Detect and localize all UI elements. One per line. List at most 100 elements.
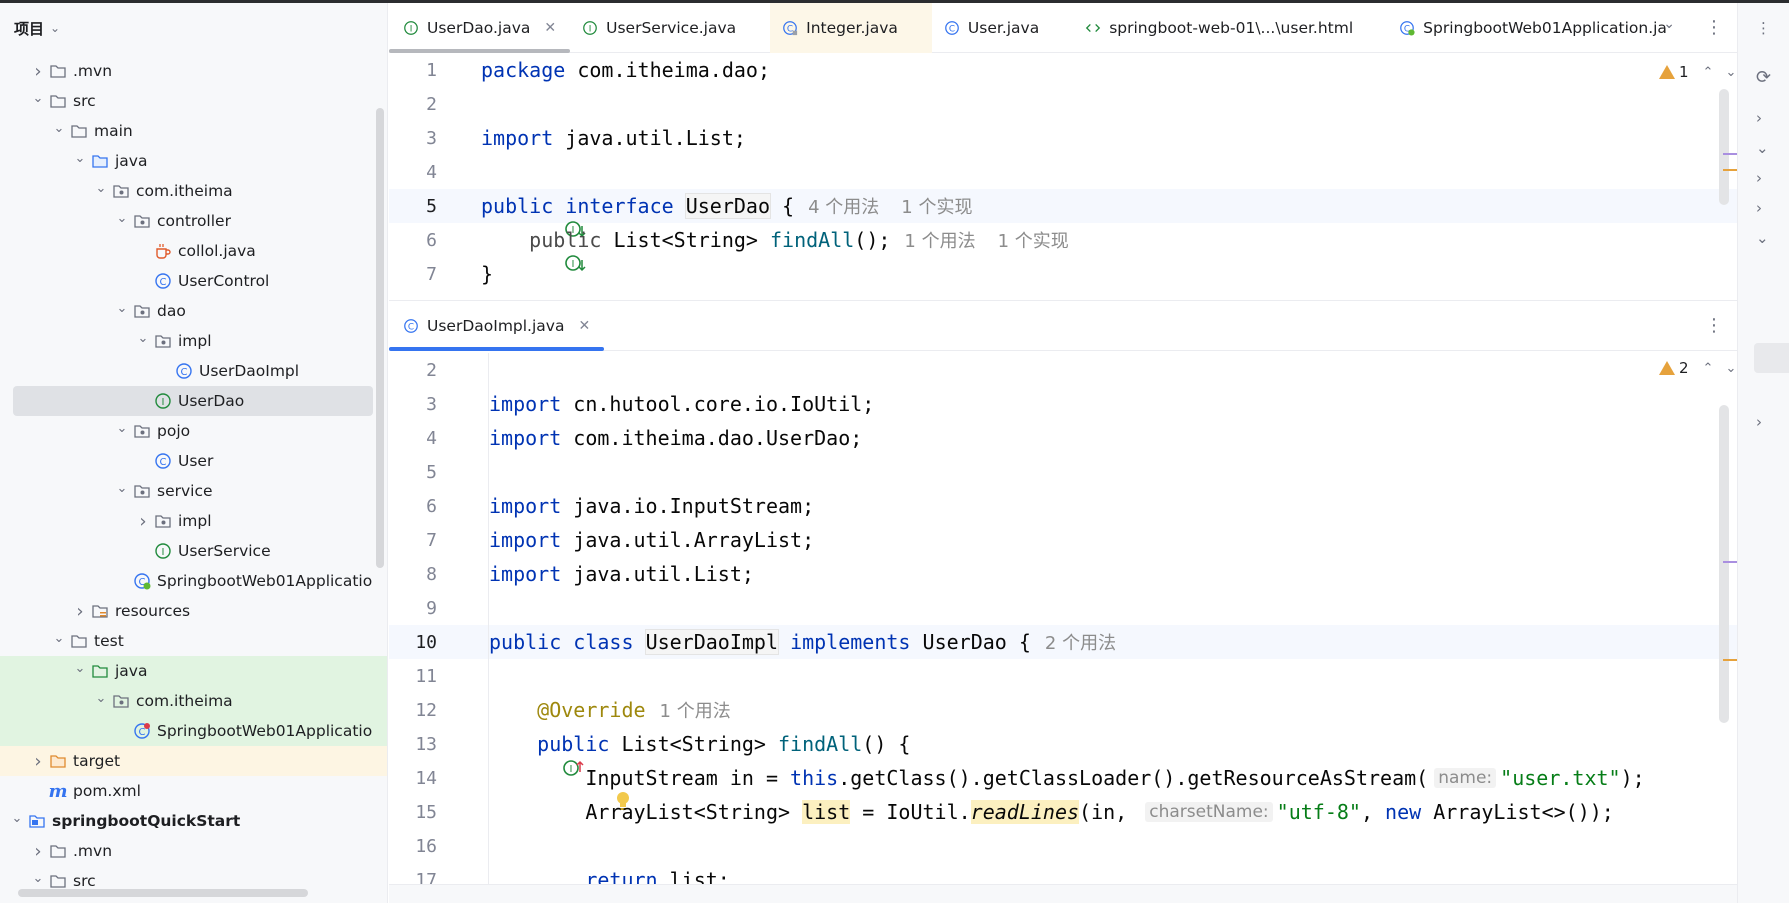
tree-item[interactable]: ⌄ pojo — [0, 416, 387, 446]
tree-item[interactable]: ⌄ java — [0, 146, 387, 176]
tree-item[interactable]: I UserDao — [13, 386, 373, 416]
line-number: 16 — [415, 835, 437, 857]
chevron-right-icon[interactable]: › — [134, 511, 152, 532]
tree-item[interactable]: collol.java — [0, 236, 387, 266]
refresh-icon[interactable]: ⟳ — [1756, 67, 1771, 88]
chevron-down-icon[interactable]: ⌄ — [134, 331, 152, 346]
editor-tab[interactable]: springboot-web-01\...\user.html — [1073, 3, 1387, 53]
tree-item[interactable]: I UserService — [0, 536, 387, 566]
chevron-right-icon[interactable]: › — [1756, 413, 1762, 431]
chevron-down-icon[interactable]: ⌄ — [29, 871, 47, 886]
code-token: ArrayList<String> — [585, 800, 803, 824]
more-options-icon[interactable]: ⋮ — [1756, 19, 1771, 37]
tool-selection[interactable] — [1754, 343, 1789, 373]
tree-item[interactable]: ⌄ com.itheima — [0, 686, 387, 716]
tree-item[interactable]: ⌄ src — [0, 86, 387, 116]
chevron-up-icon[interactable]: ⌃ — [1703, 65, 1714, 80]
tree-item[interactable]: C UserControl — [0, 266, 387, 296]
bottom-code-editor[interactable]: 2 3 import cn.hutool.core.io.IoUtil; 4 i… — [389, 353, 1737, 893]
chevron-right-icon[interactable]: › — [71, 601, 89, 622]
chevron-down-icon[interactable]: ⌄ — [1756, 229, 1769, 247]
chevron-right-icon[interactable]: › — [29, 61, 47, 82]
chevron-right-icon[interactable]: › — [1756, 169, 1762, 187]
chevron-down-icon[interactable]: ⌄ — [92, 691, 110, 706]
tree-item[interactable]: › resources — [0, 596, 387, 626]
chevron-down-icon[interactable]: ⌄ — [1725, 361, 1736, 376]
tree-item[interactable]: m pom.xml — [0, 776, 387, 806]
tree-item[interactable]: › .mvn — [0, 56, 387, 86]
usages-hint[interactable]: 1 个用法 — [904, 227, 975, 253]
gutter — [437, 659, 489, 693]
chevron-down-icon[interactable]: ⌄ — [50, 631, 68, 646]
tree-item[interactable]: ⌄ dao — [0, 296, 387, 326]
close-icon[interactable]: ✕ — [578, 318, 590, 334]
tree-item[interactable]: ⌄ com.itheima — [0, 176, 387, 206]
project-tree-scrollbar[interactable] — [376, 108, 384, 568]
editor-tab[interactable]: C Integer.java — [770, 2, 932, 53]
usages-hint[interactable]: 1 个用法 — [660, 697, 731, 723]
chevron-right-icon[interactable]: › — [1756, 109, 1762, 127]
implementations-hint[interactable]: 1 个实现 — [901, 193, 972, 219]
gutter: I — [437, 189, 586, 238]
tree-item[interactable]: › impl — [0, 506, 387, 536]
close-icon[interactable]: ✕ — [544, 20, 556, 36]
tree-item-label: .mvn — [73, 842, 113, 860]
package-icon — [110, 692, 132, 710]
usages-hint[interactable]: 4 个用法 — [808, 193, 879, 219]
tree-item[interactable]: C User — [0, 446, 387, 476]
tree-item[interactable]: ⌄ springbootQuickStart — [0, 806, 387, 836]
top-code-editor[interactable]: 1 package com.itheima.dao; 2 3 import ja… — [389, 53, 1737, 301]
editor-tab[interactable]: I UserDao.java ✕ — [389, 3, 571, 53]
editor-tab[interactable]: I UserService.java — [570, 3, 770, 53]
chevron-right-icon[interactable]: › — [29, 841, 47, 862]
chevron-down-icon[interactable]: ⌄ — [71, 151, 89, 166]
code-token: .getClass().getClassLoader().getResource… — [838, 766, 1429, 790]
top-inspection-widget[interactable]: 1 ⌃ ⌄ — [1659, 63, 1736, 81]
tree-item-label: test — [94, 632, 124, 650]
chevron-down-icon[interactable]: ⌄ — [113, 211, 131, 226]
editor-tab[interactable]: C SpringbootWeb01Application.ja — [1387, 3, 1701, 53]
chevron-right-icon[interactable]: › — [1756, 199, 1762, 217]
bottom-inspection-widget[interactable]: 2 ⌃ ⌄ — [1659, 359, 1736, 377]
tree-item-label: target — [73, 752, 121, 770]
chevron-down-icon[interactable]: ⌄ — [113, 481, 131, 496]
chevron-down-icon[interactable]: ⌄ — [50, 121, 68, 136]
more-options-icon[interactable]: ⋮ — [1705, 315, 1723, 336]
line-number: 3 — [426, 127, 437, 149]
chevron-down-icon[interactable]: ⌄ — [113, 301, 131, 316]
tree-item[interactable]: ⌄ impl — [0, 326, 387, 356]
tree-item[interactable]: C UserDaoImpl — [0, 356, 387, 386]
tree-item[interactable]: C SpringbootWeb01Applicatio — [0, 716, 387, 746]
tab-list-chevron-icon[interactable]: ⌄ — [1663, 16, 1675, 32]
bottom-editor-scrollbar[interactable] — [1719, 405, 1729, 723]
gutter — [437, 693, 489, 727]
chevron-down-icon[interactable]: ⌄ — [71, 661, 89, 676]
tree-item[interactable]: ⌄ main — [0, 116, 387, 146]
chevron-up-icon[interactable]: ⌃ — [1703, 361, 1714, 376]
chevron-down-icon[interactable]: ⌄ — [92, 181, 110, 196]
tree-item[interactable]: › .mvn — [0, 836, 387, 866]
tree-item[interactable]: ⌄ controller — [0, 206, 387, 236]
chevron-down-icon[interactable]: ⌄ — [1725, 65, 1736, 80]
chevron-down-icon[interactable]: ⌄ — [1756, 139, 1769, 157]
implementations-hint[interactable]: 1 个实现 — [998, 227, 1069, 253]
chevron-down-icon[interactable]: ⌄ — [113, 421, 131, 436]
tree-item[interactable]: › target — [0, 746, 387, 776]
tree-item[interactable]: ⌄ service — [0, 476, 387, 506]
chevron-down-icon[interactable]: ⌄ — [29, 91, 47, 106]
more-options-icon[interactable]: ⋮ — [1705, 17, 1723, 38]
code-line: 4 — [389, 155, 1737, 189]
chevron-down-icon[interactable]: ⌄ — [8, 811, 26, 826]
usages-hint[interactable]: 2 个用法 — [1045, 629, 1116, 655]
top-editor-scrollbar[interactable] — [1719, 89, 1729, 205]
tree-item[interactable]: C SpringbootWeb01Applicatio — [0, 566, 387, 596]
chevron-down-icon[interactable]: ⌄ — [50, 21, 60, 35]
editor-tab[interactable]: C User.java — [932, 3, 1073, 53]
tree-item[interactable]: ⌄ test — [0, 626, 387, 656]
chevron-right-icon[interactable]: › — [29, 751, 47, 772]
project-panel-header[interactable]: 项目 ⌄ — [0, 3, 387, 53]
package-icon — [152, 332, 174, 350]
editor-tab[interactable]: C UserDaoImpl.java ✕ — [389, 301, 605, 351]
project-tree-hscrollbar[interactable] — [18, 889, 308, 897]
tree-item[interactable]: ⌄ java — [0, 656, 387, 686]
